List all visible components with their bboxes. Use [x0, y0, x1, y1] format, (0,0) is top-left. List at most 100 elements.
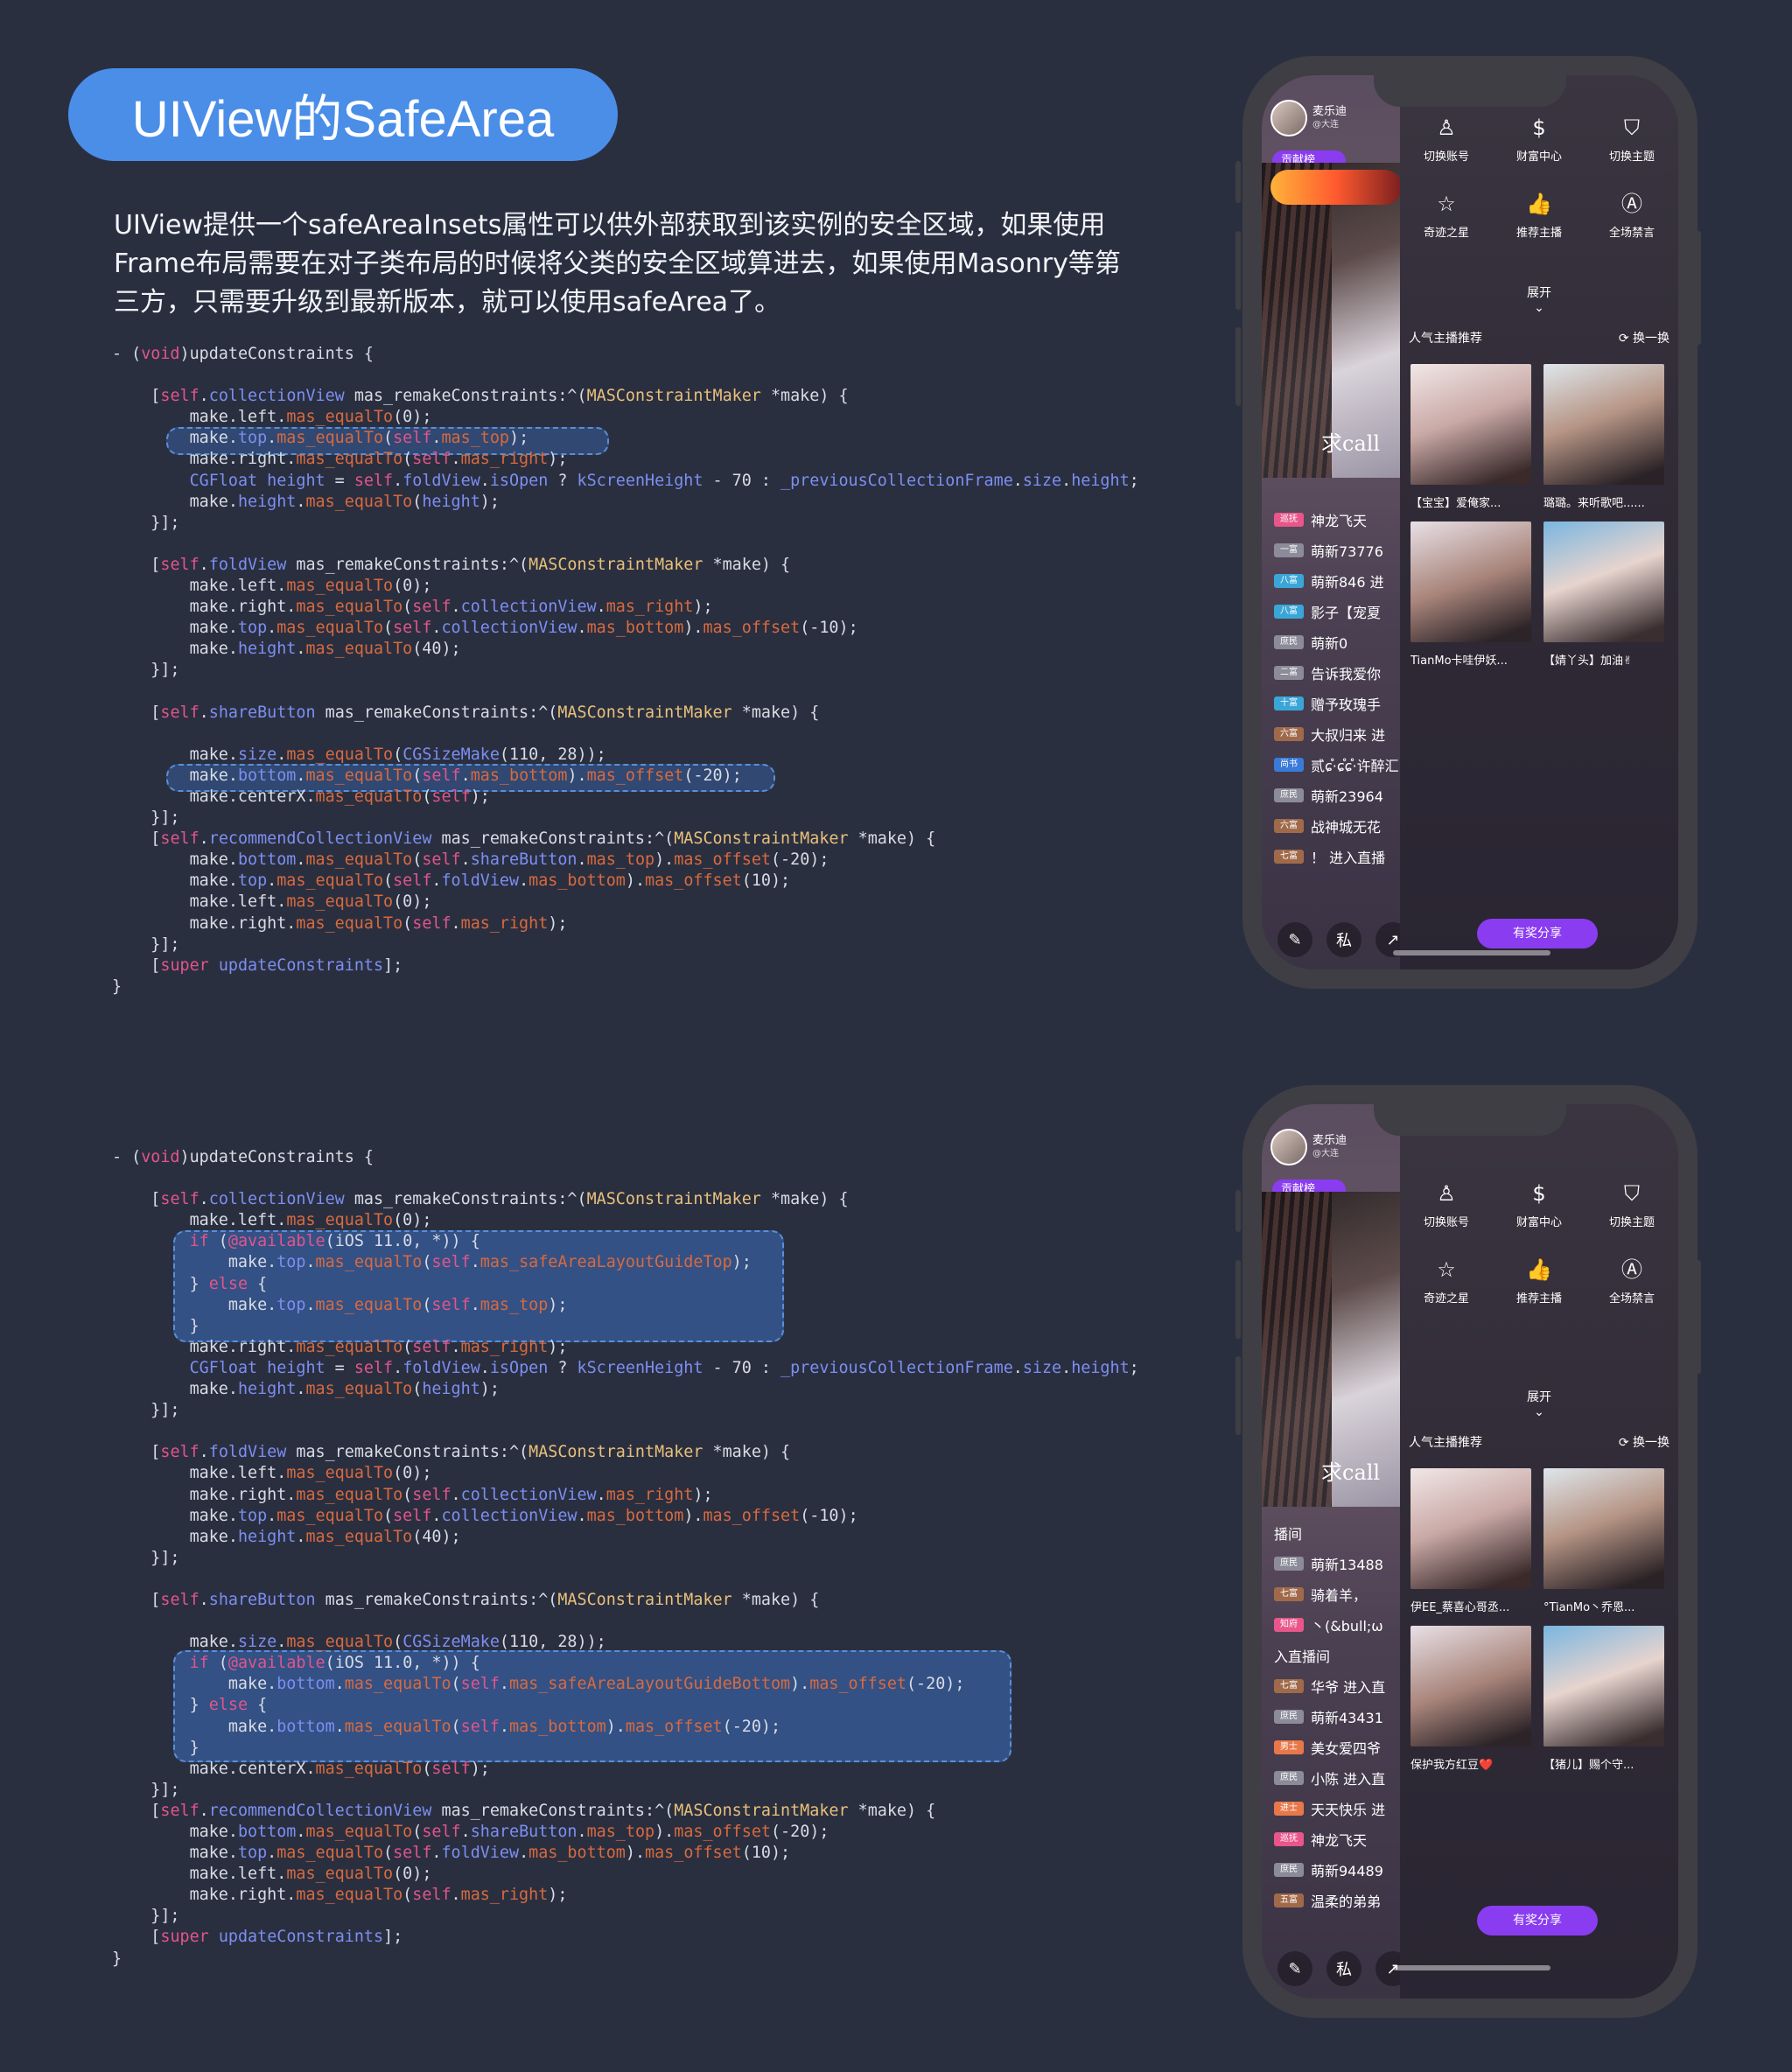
anchor-card[interactable]: 伊EE_蔡喜心哥丞... [1410, 1468, 1531, 1617]
menu-item-奇迹之星[interactable]: ☆ 奇迹之星 [1400, 1256, 1493, 1306]
code-line: make.left.mas_equalTo(0); [112, 408, 432, 427]
side-button [1236, 1190, 1241, 1232]
anchor-card[interactable]: 【宝宝】爱俺家... [1410, 364, 1531, 513]
menu-item-全场禁言[interactable]: Ⓐ 全场禁言 [1586, 1256, 1678, 1306]
user-level-badge: 七富 [1274, 1586, 1304, 1601]
home-indicator [1393, 1965, 1550, 1970]
chat-text: 战神城无花 [1311, 818, 1382, 836]
menu-item-切换账号[interactable]: ♙ 切换账号 [1400, 114, 1493, 164]
avatar[interactable] [1270, 100, 1307, 136]
menu-grid: ♙ 切换账号 $ 财富中心 ⛉ 切换主题 ☆ 奇迹之星 👍 推荐主播 Ⓐ 全场禁言 [1400, 114, 1678, 240]
expand-button[interactable]: 展开 ⌄ [1400, 1388, 1678, 1419]
menu-item-label: 奇迹之星 [1423, 1292, 1469, 1306]
chat-message: 五富 温柔的弟弟 [1274, 1885, 1402, 1915]
user-level-badge: 八富 [1274, 573, 1304, 588]
side-button [1236, 327, 1241, 406]
edit-icon[interactable]: ✎ [1278, 1951, 1312, 1986]
user-level-badge: 庶民 [1274, 1770, 1304, 1785]
menu-item-推荐主播[interactable]: 👍 推荐主播 [1493, 190, 1586, 240]
edit-icon[interactable]: ✎ [1278, 922, 1312, 957]
anchor-card[interactable]: TianMo卡哇伊妖... [1410, 522, 1531, 670]
user-level-badge: 庶民 [1274, 634, 1304, 649]
private-message-icon[interactable]: 私 [1326, 922, 1362, 957]
code-line: - (void)updateConstraints { [112, 1148, 374, 1166]
phone-screen: 麦乐迪 @大连 贡献榜 求call 播间 庶民 萌新13488 七富 骑着羊， 知府 丶(&bull… [1262, 1104, 1678, 1998]
menu-item-奇迹之星[interactable]: ☆ 奇迹之星 [1400, 190, 1493, 240]
refresh-button[interactable]: ⟳ 换一换 [1619, 329, 1670, 346]
phone-notch [1374, 1104, 1566, 1136]
code-line: make.top.mas_equalTo(self.collectionView… [112, 1506, 858, 1525]
menu-item-推荐主播[interactable]: 👍 推荐主播 [1493, 1256, 1586, 1306]
private-message-icon[interactable]: 私 [1326, 1951, 1362, 1986]
chat-text: ！ 进入直播 [1311, 849, 1386, 866]
side-button [1236, 1260, 1241, 1339]
user-level-badge: 庶民 [1274, 788, 1304, 802]
code-line: [self.foldView mas_remakeConstraints:^(M… [112, 1443, 791, 1462]
anchor-name: 伊EE_蔡喜心哥丞... [1410, 1601, 1510, 1614]
anchor-card[interactable]: 【婧丫头】加油✌ [1544, 522, 1664, 670]
anchor-card[interactable]: 保护我方红豆❤️ [1410, 1626, 1531, 1774]
live-stream-area: 麦乐迪 @大连 贡献榜 求call 巡抚 神龙飞天 一富 萌新73776 八富 萌新846 进八富… [1262, 75, 1410, 970]
anchor-photo [1410, 522, 1531, 642]
user-level-badge: 庶民 [1274, 1556, 1304, 1571]
refresh-button[interactable]: ⟳ 换一换 [1619, 1433, 1670, 1451]
anchor-photo [1410, 364, 1531, 485]
chat-message: 六富 大叔归来 进 [1274, 718, 1402, 749]
host-info[interactable]: 麦乐迪 @大连 [1270, 1129, 1347, 1166]
menu-item-财富中心[interactable]: $ 财富中心 [1493, 1180, 1586, 1229]
anchor-photo [1544, 1468, 1664, 1589]
user-level-badge: 进士 [1274, 1801, 1304, 1816]
chat-text: 播间 [1274, 1525, 1303, 1543]
menu-item-label: 切换账号 [1423, 150, 1469, 164]
host-info[interactable]: 麦乐迪 @大连 [1270, 100, 1347, 136]
code-line: }]; [112, 1780, 180, 1799]
code-line: make.left.mas_equalTo(0); [112, 1211, 432, 1230]
menu-item-财富中心[interactable]: $ 财富中心 [1493, 114, 1586, 164]
chevron-down-icon: ⌄ [1534, 1405, 1544, 1419]
menu-item-切换账号[interactable]: ♙ 切换账号 [1400, 1180, 1493, 1229]
video-frame: 求call [1262, 1192, 1402, 1507]
user-level-badge: 庶民 [1274, 1862, 1304, 1877]
avatar[interactable] [1270, 1129, 1307, 1166]
user-level-badge: 巡抚 [1274, 1831, 1304, 1846]
user-level-badge: 十富 [1274, 696, 1304, 710]
anchor-card[interactable]: 【猪儿】赐个守... [1544, 1626, 1664, 1774]
expand-button[interactable]: 展开 ⌄ [1400, 284, 1678, 315]
share-button[interactable]: 有奖分享 [1477, 919, 1598, 948]
code-line: make.right.mas_equalTo(self.collectionVi… [112, 598, 713, 617]
chat-message: 七富 华爷 进入直 [1274, 1670, 1402, 1701]
user-level-badge: 知府 [1274, 1617, 1304, 1632]
host-name-text: 麦乐迪 [1312, 105, 1348, 118]
side-button [1696, 1260, 1701, 1374]
shirt-icon: ⛉ [1624, 116, 1640, 140]
mute-all-icon: Ⓐ [1621, 192, 1642, 216]
code-line: CGFloat height = self.foldView.isOpen ? … [189, 471, 1139, 490]
code-block-bottom: - (void)updateConstraints { [self.collec… [112, 1147, 1139, 1970]
share-button[interactable]: 有奖分享 [1477, 1906, 1598, 1936]
menu-item-label: 切换主题 [1608, 1216, 1655, 1229]
menu-item-label: 财富中心 [1516, 150, 1562, 164]
phone-notch [1374, 75, 1566, 107]
code-line: make.left.mas_equalTo(0); [112, 1464, 432, 1483]
code-line: } [112, 976, 122, 996]
anchor-card[interactable]: °TianMo丶乔恩... [1544, 1468, 1664, 1617]
code-line: make.size.mas_equalTo(CGSizeMake(110, 28… [112, 745, 606, 764]
chat-message: 十富 赠予玫瑰手 [1274, 688, 1402, 718]
anchor-card[interactable]: 璐璐。来听歌吧...... [1544, 364, 1664, 513]
code-line: make.right.mas_equalTo(self.collectionVi… [112, 1485, 713, 1504]
code-line: [self.recommendCollectionView mas_remake… [112, 1801, 936, 1820]
chat-message: 尚书 贰ɕ֯·ɕ֯ɕ֯·许醉汇 [1274, 749, 1402, 780]
intro-text: UIView提供一个safeAreaInsets属性可以供外部获取到该实例的安全… [114, 210, 1121, 318]
chat-message: 男士 美女爱四爷 [1274, 1732, 1402, 1762]
menu-item-切换主题[interactable]: ⛉ 切换主题 [1586, 114, 1678, 164]
chevron-down-icon: ⌄ [1534, 301, 1544, 315]
user-level-badge: 庶民 [1274, 1709, 1304, 1724]
menu-item-切换主题[interactable]: ⛉ 切换主题 [1586, 1180, 1678, 1229]
menu-item-全场禁言[interactable]: Ⓐ 全场禁言 [1586, 190, 1678, 240]
menu-item-label: 推荐主播 [1516, 1292, 1562, 1306]
code-line: [self.recommendCollectionView mas_remake… [112, 830, 936, 849]
chat-message: 巡抚 神龙飞天 [1274, 1824, 1402, 1854]
code-line: make.top.mas_equalTo(self.foldView.mas_b… [112, 872, 791, 891]
